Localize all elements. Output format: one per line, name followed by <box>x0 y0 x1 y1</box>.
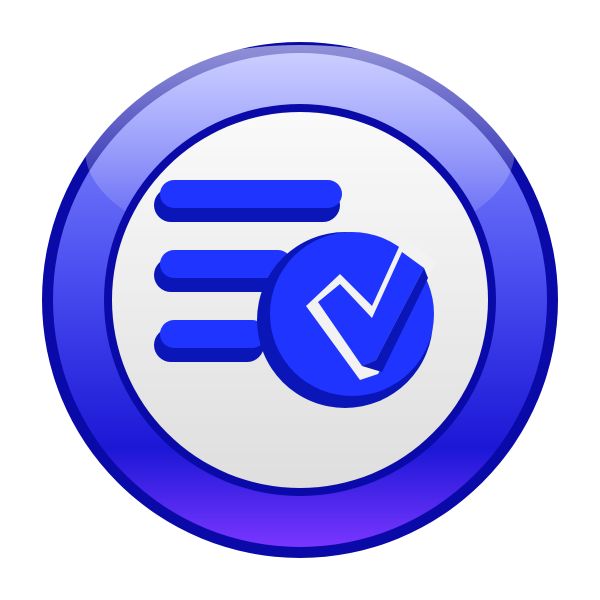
icon-canvas <box>0 0 600 600</box>
task-list-check-icon[interactable] <box>0 0 600 600</box>
